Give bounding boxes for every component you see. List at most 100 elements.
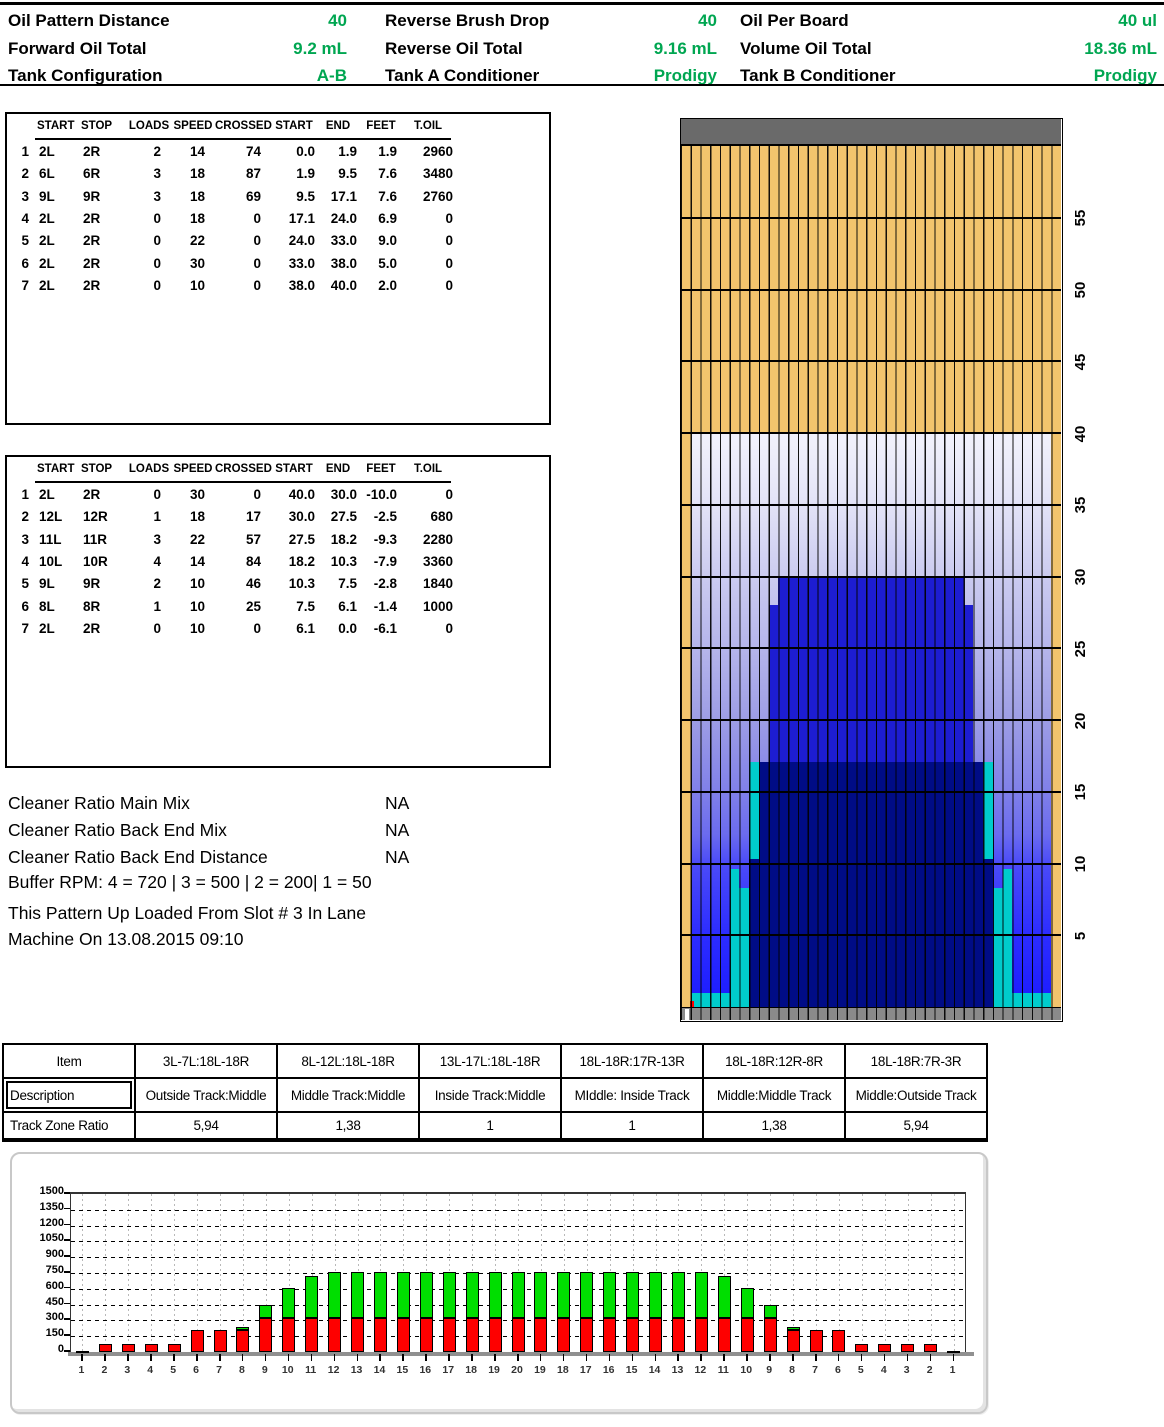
cell: 10 — [171, 576, 215, 591]
cell: 2760 — [403, 189, 453, 204]
ratio-values-row: Track Zone Ratio5,941,38111,385,94 — [3, 1112, 987, 1140]
distance-label-15: 15 — [1063, 775, 1097, 809]
cell: 9.5 — [317, 166, 359, 181]
x-axis-label: 5 — [162, 1364, 184, 1376]
header-value: 9.2 mL — [293, 39, 347, 59]
x-axis-label: 15 — [391, 1364, 413, 1376]
x-axis-label: 15 — [621, 1364, 643, 1376]
chart-bar-forward — [351, 1318, 364, 1352]
header-label: Reverse Brush Drop — [385, 11, 549, 31]
cell: 7.6 — [359, 166, 403, 181]
cell: 17.1 — [271, 211, 317, 226]
cell: 2L — [37, 211, 81, 226]
chart-bar-forward — [282, 1318, 295, 1352]
ratio-cell: 1 — [561, 1112, 703, 1140]
cell: 9.5 — [271, 189, 317, 204]
x-axis-tick — [861, 1354, 863, 1361]
cell: 8L — [37, 599, 81, 614]
cell: 30 — [171, 256, 215, 271]
cell: 7.5 — [271, 599, 317, 614]
y-axis-tick — [64, 1192, 70, 1194]
chart-bar-forward — [443, 1318, 456, 1352]
forward-header-underline — [35, 138, 451, 140]
cell: 2R — [81, 621, 127, 636]
cell: 10 — [171, 599, 215, 614]
ratio-column-header: 18L-18R:17R-13R — [561, 1044, 703, 1078]
cell: 10 — [171, 621, 215, 636]
chart-bar-forward — [397, 1318, 410, 1352]
header-value: Prodigy — [1094, 66, 1157, 86]
ratio-column-header: 13L-17L:18L-18R — [419, 1044, 561, 1078]
x-axis-label: 1 — [942, 1364, 964, 1376]
chart-bar-reverse — [603, 1272, 616, 1317]
cell: 3 — [127, 166, 171, 181]
chart-bar-reverse — [695, 1272, 708, 1317]
x-axis-label: 3 — [116, 1364, 138, 1376]
cell: 24.0 — [317, 211, 359, 226]
chart-bar-reverse — [489, 1272, 502, 1317]
x-axis-label: 9 — [254, 1364, 276, 1376]
ratio-cell: 5,94 — [135, 1112, 277, 1140]
chart-bar-forward — [512, 1318, 525, 1352]
cell: 4 — [11, 211, 37, 226]
forward-row: 62L2R030033.038.05.00 — [11, 256, 453, 271]
cell: 14 — [171, 144, 215, 159]
chart-bar-reverse — [420, 1272, 433, 1317]
chart-bar-forward — [741, 1318, 754, 1352]
cell: 10R — [81, 554, 127, 569]
cell: 1000 — [403, 599, 453, 614]
chart-bar-forward — [122, 1344, 135, 1352]
column-header: START — [271, 463, 317, 475]
header-value: Prodigy — [654, 66, 717, 86]
header-value: 18.36 mL — [1084, 39, 1157, 59]
cell: 7 — [11, 621, 37, 636]
distance-label-10: 10 — [1063, 847, 1097, 881]
chart-bar-reverse — [305, 1276, 318, 1318]
ratio-column-header: 3L-7L:18L-18R — [135, 1044, 277, 1078]
reverse-pass-table: STARTSTOPLOADSSPEEDCROSSEDSTARTENDFEETT.… — [5, 455, 551, 768]
distance-gridline-20 — [681, 719, 1061, 721]
x-axis-tick — [425, 1354, 427, 1361]
y-axis-tick — [64, 1287, 70, 1289]
pin-deck-band — [681, 119, 1061, 146]
x-axis-tick — [609, 1354, 611, 1361]
cell: 9L — [37, 189, 81, 204]
x-axis-tick — [677, 1354, 679, 1361]
x-axis-tick — [930, 1354, 932, 1361]
chart-bar-forward — [236, 1330, 249, 1352]
column-header: STOP — [81, 120, 127, 132]
column-header: LOADS — [127, 463, 171, 475]
header-label: Reverse Oil Total — [385, 39, 523, 59]
chart-bar-forward — [168, 1344, 181, 1352]
chart-bar-forward — [557, 1318, 570, 1352]
x-axis-tick — [334, 1354, 336, 1361]
ratio-cell: 1 — [419, 1112, 561, 1140]
oil-pattern-report-page: Oil Pattern Distance40Reverse Brush Drop… — [0, 0, 1164, 1427]
chart-bar-forward — [534, 1318, 547, 1352]
cell: 0 — [403, 621, 453, 636]
cell: 2 — [11, 509, 37, 524]
cell: 40.0 — [271, 487, 317, 502]
chart-bar-reverse — [580, 1272, 593, 1317]
chart-bar-reverse — [282, 1288, 295, 1317]
oil-volume-bar-chart — [70, 1192, 966, 1356]
x-axis-label: 6 — [185, 1364, 207, 1376]
x-axis-label: 12 — [323, 1364, 345, 1376]
cell: 6L — [37, 166, 81, 181]
cell: 6.9 — [359, 211, 403, 226]
cell: 30 — [171, 487, 215, 502]
cell: 6 — [11, 256, 37, 271]
cell: 46 — [215, 576, 271, 591]
cell: 30.0 — [271, 509, 317, 524]
cell: 1.9 — [317, 144, 359, 159]
ratio-cell: 1,38 — [277, 1112, 419, 1140]
column-header: T.OIL — [403, 463, 453, 475]
column-header: CROSSED — [215, 463, 271, 475]
forward-pass-table: STARTSTOPLOADSSPEEDCROSSEDSTARTENDFEETT.… — [5, 112, 551, 425]
cell: 24.0 — [271, 233, 317, 248]
column-header: CROSSED — [215, 120, 271, 132]
y-axis-tick — [64, 1239, 70, 1241]
distance-gridline-30 — [681, 576, 1061, 578]
header-divider-line — [0, 84, 1164, 86]
x-axis-tick — [907, 1354, 909, 1361]
